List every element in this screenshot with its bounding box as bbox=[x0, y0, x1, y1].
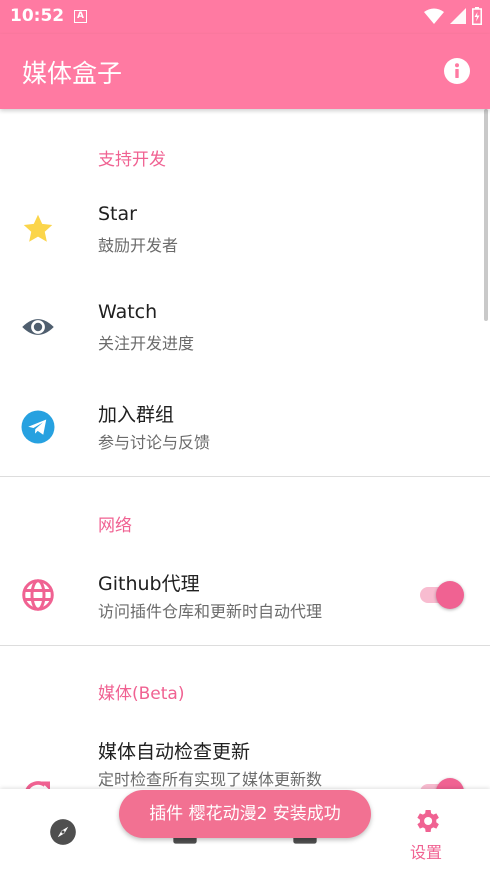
section-divider bbox=[0, 476, 490, 477]
setting-item-media-auto-update[interactable]: 媒体自动检查更新 定时检查所有实现了媒体更新数 bbox=[0, 713, 490, 789]
settings-list: 支持开发 Star 鼓励开发者 Watch 关注开发进度 加入群组 参与讨论与反… bbox=[0, 109, 490, 789]
setting-title: 媒体自动检查更新 bbox=[98, 741, 251, 763]
setting-title: 加入群组 bbox=[98, 404, 175, 426]
app-title: 媒体盒子 bbox=[22, 59, 123, 88]
setting-item-github-proxy[interactable]: Github代理 访问插件仓库和更新时自动代理 bbox=[0, 545, 490, 645]
battery-icon bbox=[472, 7, 482, 25]
status-time: 10:52 bbox=[10, 6, 65, 26]
app-bar: 媒体盒子 bbox=[0, 34, 490, 109]
setting-subtitle: 参与讨论与反馈 bbox=[98, 433, 211, 452]
section-header-support: 支持开发 bbox=[98, 150, 166, 170]
gear-icon bbox=[417, 810, 439, 832]
section-header-media: 媒体(Beta) bbox=[98, 684, 185, 704]
github-proxy-toggle[interactable] bbox=[420, 580, 464, 610]
globe-icon bbox=[22, 579, 54, 611]
setting-item-join-group[interactable]: 加入群组 参与讨论与反馈 bbox=[0, 377, 490, 475]
nav-label-settings: 设置 bbox=[409, 843, 442, 862]
setting-item-star[interactable]: Star 鼓励开发者 bbox=[0, 179, 490, 277]
nav-item-settings[interactable]: 设置 bbox=[396, 803, 456, 863]
toggle-thumb bbox=[436, 778, 464, 789]
signal-icon bbox=[450, 8, 466, 24]
setting-subtitle: 鼓励开发者 bbox=[98, 236, 179, 255]
media-auto-update-toggle[interactable] bbox=[420, 777, 464, 789]
scrollbar[interactable] bbox=[484, 109, 488, 321]
nav-item-discover[interactable] bbox=[33, 803, 93, 863]
wifi-icon bbox=[424, 8, 444, 24]
setting-subtitle: 关注开发进度 bbox=[98, 334, 195, 353]
eye-icon bbox=[22, 319, 54, 335]
update-icon bbox=[25, 781, 50, 789]
section-header-network: 网络 bbox=[98, 516, 132, 536]
setting-subtitle: 定时检查所有实现了媒体更新数 bbox=[98, 770, 323, 789]
compass-icon bbox=[50, 819, 76, 845]
setting-title: Github代理 bbox=[98, 573, 200, 595]
status-bar: 10:52 A bbox=[0, 0, 490, 34]
setting-subtitle: 访问插件仓库和更新时自动代理 bbox=[98, 602, 323, 621]
star-icon bbox=[23, 214, 53, 242]
toggle-thumb bbox=[436, 581, 464, 609]
setting-title: Star bbox=[98, 203, 137, 225]
setting-item-watch[interactable]: Watch 关注开发进度 bbox=[0, 277, 490, 377]
status-icons bbox=[424, 7, 482, 25]
toast-message: 插件 樱花动漫2 安装成功 bbox=[119, 790, 371, 838]
telegram-icon bbox=[21, 410, 55, 444]
info-icon[interactable] bbox=[443, 57, 471, 85]
section-divider bbox=[0, 645, 490, 646]
setting-title: Watch bbox=[98, 301, 158, 323]
notification-icon: A bbox=[74, 10, 87, 23]
